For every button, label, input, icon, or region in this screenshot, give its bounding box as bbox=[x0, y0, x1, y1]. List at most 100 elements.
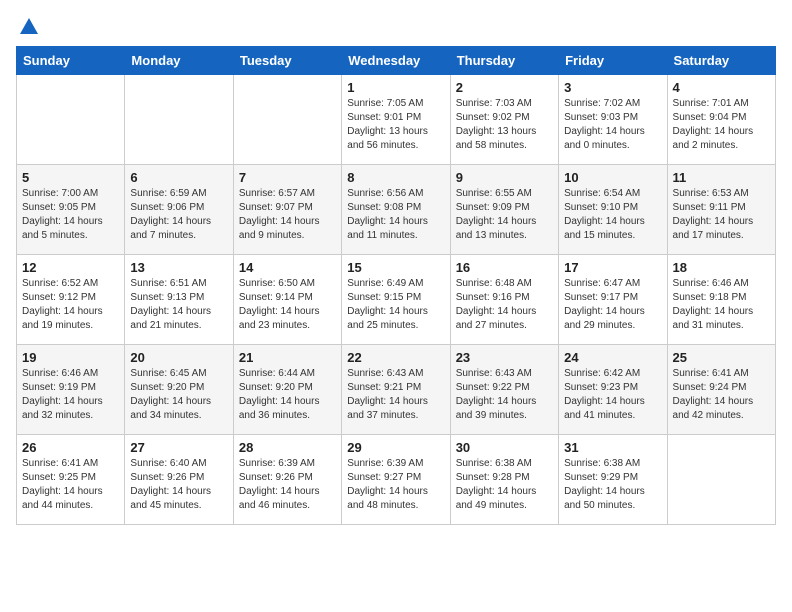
calendar-day-cell: 26 Sunrise: 6:41 AM Sunset: 9:25 PM Dayli… bbox=[17, 435, 125, 525]
calendar-day-cell: 17 Sunrise: 6:47 AM Sunset: 9:17 PM Dayli… bbox=[559, 255, 667, 345]
day-info: Sunrise: 7:01 AM Sunset: 9:04 PM Dayligh… bbox=[673, 97, 770, 153]
weekday-header-row: SundayMondayTuesdayWednesdayThursdayFrid… bbox=[17, 47, 776, 75]
day-number: 13 bbox=[130, 260, 227, 275]
day-number: 7 bbox=[239, 170, 336, 185]
calendar-day-cell: 9Sunrise: 6:55 AM Sunset: 9:09 PM Daylig… bbox=[450, 165, 558, 255]
calendar-day-cell bbox=[233, 75, 341, 165]
weekday-header-cell: Wednesday bbox=[342, 47, 450, 75]
day-info: Sunrise: 6:46 AM Sunset: 9:19 PM Dayligh… bbox=[22, 367, 119, 423]
day-number: 25 bbox=[673, 350, 770, 365]
calendar-day-cell: 4 Sunrise: 7:01 AM Sunset: 9:04 PM Daylig… bbox=[667, 75, 775, 165]
weekday-header-cell: Monday bbox=[125, 47, 233, 75]
day-number: 17 bbox=[564, 260, 661, 275]
day-number: 24 bbox=[564, 350, 661, 365]
day-info: Sunrise: 6:59 AM Sunset: 9:06 PM Dayligh… bbox=[130, 187, 227, 243]
day-number: 8 bbox=[347, 170, 444, 185]
calendar-day-cell: 21 Sunrise: 6:44 AM Sunset: 9:20 PM Dayli… bbox=[233, 345, 341, 435]
day-info: Sunrise: 6:54 AM Sunset: 9:10 PM Dayligh… bbox=[564, 187, 661, 243]
day-number: 16 bbox=[456, 260, 553, 275]
day-info: Sunrise: 6:38 AM Sunset: 9:28 PM Dayligh… bbox=[456, 457, 553, 513]
weekday-header-cell: Sunday bbox=[17, 47, 125, 75]
day-info: Sunrise: 6:48 AM Sunset: 9:16 PM Dayligh… bbox=[456, 277, 553, 333]
calendar-day-cell: 19 Sunrise: 6:46 AM Sunset: 9:19 PM Dayli… bbox=[17, 345, 125, 435]
day-info: Sunrise: 7:00 AM Sunset: 9:05 PM Dayligh… bbox=[22, 187, 119, 243]
calendar-table: SundayMondayTuesdayWednesdayThursdayFrid… bbox=[16, 46, 776, 525]
day-info: Sunrise: 6:41 AM Sunset: 9:24 PM Dayligh… bbox=[673, 367, 770, 423]
calendar-day-cell bbox=[667, 435, 775, 525]
day-number: 27 bbox=[130, 440, 227, 455]
day-info: Sunrise: 6:40 AM Sunset: 9:26 PM Dayligh… bbox=[130, 457, 227, 513]
day-number: 5 bbox=[22, 170, 119, 185]
calendar-week-row: 1 Sunrise: 7:05 AM Sunset: 9:01 PM Daylig… bbox=[17, 75, 776, 165]
day-info: Sunrise: 7:03 AM Sunset: 9:02 PM Dayligh… bbox=[456, 97, 553, 153]
day-number: 18 bbox=[673, 260, 770, 275]
day-number: 23 bbox=[456, 350, 553, 365]
day-info: Sunrise: 6:38 AM Sunset: 9:29 PM Dayligh… bbox=[564, 457, 661, 513]
calendar-day-cell: 3 Sunrise: 7:02 AM Sunset: 9:03 PM Daylig… bbox=[559, 75, 667, 165]
calendar-week-row: 26 Sunrise: 6:41 AM Sunset: 9:25 PM Dayli… bbox=[17, 435, 776, 525]
day-number: 30 bbox=[456, 440, 553, 455]
calendar-day-cell: 12 Sunrise: 6:52 AM Sunset: 9:12 PM Dayli… bbox=[17, 255, 125, 345]
day-info: Sunrise: 6:43 AM Sunset: 9:22 PM Dayligh… bbox=[456, 367, 553, 423]
day-info: Sunrise: 6:45 AM Sunset: 9:20 PM Dayligh… bbox=[130, 367, 227, 423]
day-info: Sunrise: 7:02 AM Sunset: 9:03 PM Dayligh… bbox=[564, 97, 661, 153]
day-number: 15 bbox=[347, 260, 444, 275]
day-info: Sunrise: 6:50 AM Sunset: 9:14 PM Dayligh… bbox=[239, 277, 336, 333]
day-info: Sunrise: 6:44 AM Sunset: 9:20 PM Dayligh… bbox=[239, 367, 336, 423]
day-number: 1 bbox=[347, 80, 444, 95]
day-number: 20 bbox=[130, 350, 227, 365]
day-info: Sunrise: 6:47 AM Sunset: 9:17 PM Dayligh… bbox=[564, 277, 661, 333]
calendar-day-cell: 24 Sunrise: 6:42 AM Sunset: 9:23 PM Dayli… bbox=[559, 345, 667, 435]
day-info: Sunrise: 6:46 AM Sunset: 9:18 PM Dayligh… bbox=[673, 277, 770, 333]
day-number: 3 bbox=[564, 80, 661, 95]
day-number: 4 bbox=[673, 80, 770, 95]
day-number: 28 bbox=[239, 440, 336, 455]
calendar-day-cell: 18 Sunrise: 6:46 AM Sunset: 9:18 PM Dayli… bbox=[667, 255, 775, 345]
day-number: 21 bbox=[239, 350, 336, 365]
calendar-day-cell: 23 Sunrise: 6:43 AM Sunset: 9:22 PM Dayli… bbox=[450, 345, 558, 435]
day-number: 10 bbox=[564, 170, 661, 185]
day-number: 29 bbox=[347, 440, 444, 455]
calendar-day-cell: 1 Sunrise: 7:05 AM Sunset: 9:01 PM Daylig… bbox=[342, 75, 450, 165]
day-number: 9 bbox=[456, 170, 553, 185]
day-number: 19 bbox=[22, 350, 119, 365]
calendar-day-cell: 11Sunrise: 6:53 AM Sunset: 9:11 PM Dayli… bbox=[667, 165, 775, 255]
day-info: Sunrise: 6:39 AM Sunset: 9:27 PM Dayligh… bbox=[347, 457, 444, 513]
calendar-day-cell: 31Sunrise: 6:38 AM Sunset: 9:29 PM Dayli… bbox=[559, 435, 667, 525]
day-number: 6 bbox=[130, 170, 227, 185]
calendar-day-cell: 25 Sunrise: 6:41 AM Sunset: 9:24 PM Dayli… bbox=[667, 345, 775, 435]
calendar-day-cell bbox=[125, 75, 233, 165]
calendar-day-cell: 8 Sunrise: 6:56 AM Sunset: 9:08 PM Daylig… bbox=[342, 165, 450, 255]
calendar-week-row: 12 Sunrise: 6:52 AM Sunset: 9:12 PM Dayli… bbox=[17, 255, 776, 345]
calendar-day-cell: 13 Sunrise: 6:51 AM Sunset: 9:13 PM Dayli… bbox=[125, 255, 233, 345]
calendar-day-cell: 28Sunrise: 6:39 AM Sunset: 9:26 PM Dayli… bbox=[233, 435, 341, 525]
weekday-header-cell: Friday bbox=[559, 47, 667, 75]
day-number: 22 bbox=[347, 350, 444, 365]
calendar-day-cell: 16 Sunrise: 6:48 AM Sunset: 9:16 PM Dayli… bbox=[450, 255, 558, 345]
day-number: 12 bbox=[22, 260, 119, 275]
day-info: Sunrise: 6:56 AM Sunset: 9:08 PM Dayligh… bbox=[347, 187, 444, 243]
day-number: 26 bbox=[22, 440, 119, 455]
calendar-day-cell: 20 Sunrise: 6:45 AM Sunset: 9:20 PM Dayli… bbox=[125, 345, 233, 435]
day-info: Sunrise: 6:42 AM Sunset: 9:23 PM Dayligh… bbox=[564, 367, 661, 423]
calendar-day-cell: 15Sunrise: 6:49 AM Sunset: 9:15 PM Dayli… bbox=[342, 255, 450, 345]
page-header bbox=[16, 16, 776, 38]
weekday-header-cell: Saturday bbox=[667, 47, 775, 75]
calendar-day-cell: 7 Sunrise: 6:57 AM Sunset: 9:07 PM Daylig… bbox=[233, 165, 341, 255]
calendar-day-cell: 6 Sunrise: 6:59 AM Sunset: 9:06 PM Daylig… bbox=[125, 165, 233, 255]
calendar-day-cell: 5 Sunrise: 7:00 AM Sunset: 9:05 PM Daylig… bbox=[17, 165, 125, 255]
logo-icon bbox=[18, 16, 40, 38]
day-info: Sunrise: 6:41 AM Sunset: 9:25 PM Dayligh… bbox=[22, 457, 119, 513]
day-info: Sunrise: 6:51 AM Sunset: 9:13 PM Dayligh… bbox=[130, 277, 227, 333]
calendar-day-cell: 2Sunrise: 7:03 AM Sunset: 9:02 PM Daylig… bbox=[450, 75, 558, 165]
day-info: Sunrise: 6:53 AM Sunset: 9:11 PM Dayligh… bbox=[673, 187, 770, 243]
weekday-header-cell: Tuesday bbox=[233, 47, 341, 75]
calendar-day-cell: 22Sunrise: 6:43 AM Sunset: 9:21 PM Dayli… bbox=[342, 345, 450, 435]
calendar-week-row: 5 Sunrise: 7:00 AM Sunset: 9:05 PM Daylig… bbox=[17, 165, 776, 255]
day-info: Sunrise: 6:52 AM Sunset: 9:12 PM Dayligh… bbox=[22, 277, 119, 333]
calendar-day-cell: 27 Sunrise: 6:40 AM Sunset: 9:26 PM Dayli… bbox=[125, 435, 233, 525]
calendar-day-cell bbox=[17, 75, 125, 165]
calendar-day-cell: 30 Sunrise: 6:38 AM Sunset: 9:28 PM Dayli… bbox=[450, 435, 558, 525]
day-info: Sunrise: 7:05 AM Sunset: 9:01 PM Dayligh… bbox=[347, 97, 444, 153]
day-info: Sunrise: 6:57 AM Sunset: 9:07 PM Dayligh… bbox=[239, 187, 336, 243]
